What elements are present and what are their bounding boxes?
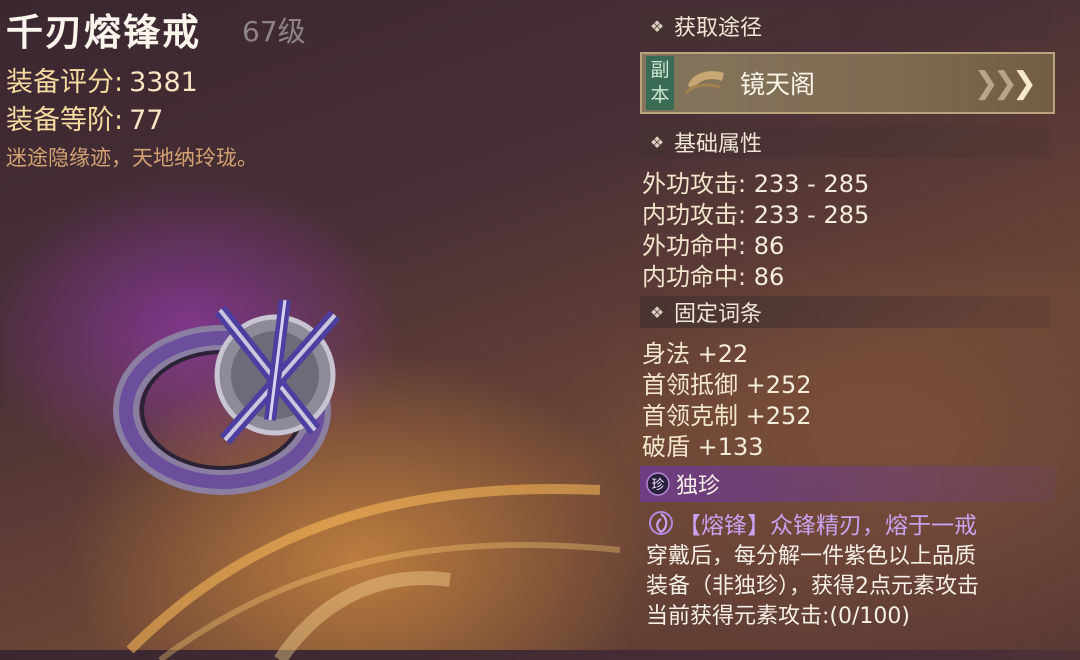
swirl-icon xyxy=(649,511,673,535)
unique-gem-char: 珍 xyxy=(651,478,664,493)
diamond-icon: ❖ xyxy=(649,16,665,36)
source-header-label: 获取途径 xyxy=(674,16,763,41)
attr-value: 86 xyxy=(753,263,785,291)
scroll-icon xyxy=(684,71,724,95)
unique-gem-icon: 珍 xyxy=(646,472,670,496)
attr-key: 外功命中: xyxy=(642,232,747,260)
equip-score-label: 装备评分: xyxy=(6,67,124,98)
fixed-attr-row: 身法 +22 xyxy=(642,334,748,369)
item-flavor-text: 迷途隐缘迹，天地纳玲珑。 xyxy=(6,146,258,170)
attr-value: 86 xyxy=(753,232,785,260)
attr-key: 首领抵御 xyxy=(642,371,738,399)
unique-title: 独珍 xyxy=(676,474,721,499)
item-name: 千刃熔锋戒 xyxy=(6,10,201,54)
unique-section-header: 珍 独珍 xyxy=(640,466,1055,502)
ring-icon xyxy=(113,299,341,495)
diamond-icon: ❖ xyxy=(649,302,665,322)
badge-char-bottom: 本 xyxy=(650,84,670,106)
fixed-affix-header: ❖ 固定词条 xyxy=(640,296,1050,328)
fixed-attr-row: 首领抵御 +252 xyxy=(642,365,812,400)
attr-key: 外功攻击: xyxy=(642,170,747,198)
attr-value: 233 - 285 xyxy=(753,201,870,229)
equip-tier-row: 装备等阶: 77 xyxy=(6,98,163,137)
equip-tier-value: 77 xyxy=(129,105,164,136)
attr-value: +22 xyxy=(697,340,749,368)
badge-char-top: 副 xyxy=(650,59,670,81)
fixed-attr-row: 破盾 +133 xyxy=(642,427,764,462)
equip-tier-label: 装备等阶: xyxy=(6,105,124,136)
basic-attr-row: 内功命中: 86 xyxy=(642,257,784,292)
source-section-header: ❖ 获取途径 xyxy=(640,10,1050,42)
unique-desc-line: 装备（非独珍），获得2点元素攻击 xyxy=(646,574,979,599)
fixed-header-label: 固定词条 xyxy=(674,302,763,327)
equip-score-value: 3381 xyxy=(129,67,198,98)
attr-key: 内功命中: xyxy=(642,263,747,291)
basic-header-label: 基础属性 xyxy=(674,132,763,157)
basic-attr-row: 外功命中: 86 xyxy=(642,226,784,261)
equip-score-row: 装备评分: 3381 xyxy=(6,60,198,99)
dungeon-badge: 副 本 xyxy=(646,56,674,110)
source-dungeon-name: 镜天阁 xyxy=(740,70,816,99)
unique-skill-name: 【熔锋】众锋精刃，熔于一戒 xyxy=(678,513,977,539)
unique-skill-name-row: 【熔锋】众锋精刃，熔于一戒 xyxy=(648,506,977,540)
basic-attr-row: 内功攻击: 233 - 285 xyxy=(642,195,869,230)
source-dungeon-button[interactable]: 副 本 镜天阁 ❯❯❯ xyxy=(640,52,1055,114)
fixed-attr-row: 首领克制 +252 xyxy=(642,396,812,431)
unique-desc-line: 穿戴后，每分解一件紫色以上品质 xyxy=(646,544,977,569)
diamond-icon: ❖ xyxy=(649,132,665,152)
attr-value: +133 xyxy=(697,433,764,461)
attr-key: 身法 xyxy=(642,340,690,368)
basic-attr-row: 外功攻击: 233 - 285 xyxy=(642,164,869,199)
chevron-right-icon: ❯❯❯ xyxy=(973,65,1037,101)
attr-value: +252 xyxy=(745,402,812,430)
attr-key: 内功攻击: xyxy=(642,201,747,229)
attr-key: 破盾 xyxy=(642,433,690,461)
attr-value: +252 xyxy=(745,371,812,399)
basic-attributes-header: ❖ 基础属性 xyxy=(640,126,1050,158)
attr-key: 首领克制 xyxy=(642,402,738,430)
unique-progress-line: 当前获得元素攻击:(0/100) xyxy=(646,604,910,629)
attr-value: 233 - 285 xyxy=(753,170,870,198)
item-level: 67级 xyxy=(242,15,306,48)
